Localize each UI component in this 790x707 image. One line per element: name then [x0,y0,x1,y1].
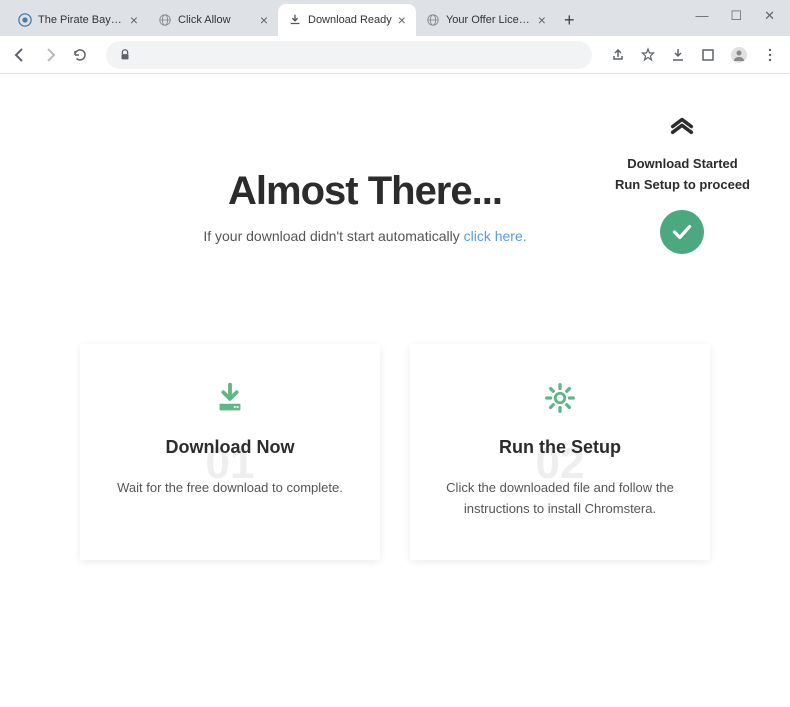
card-run-setup: 02 Run the Setup Click the downloaded fi… [410,344,710,560]
page-content: Download Started Run Setup to proceed Al… [0,74,790,707]
card-title: Download Now [105,437,355,458]
close-icon[interactable]: × [538,12,546,28]
close-icon[interactable]: × [260,12,268,28]
minimize-button[interactable]: — [695,8,708,24]
star-icon[interactable] [640,47,656,63]
close-icon[interactable]: × [130,12,138,28]
tabs-bar: The Pirate Bay - The g × Click Allow × D… [0,0,790,36]
gear-icon [435,379,685,417]
close-icon[interactable]: × [398,12,406,28]
tab-title: The Pirate Bay - The g [38,14,124,26]
tab-pirate-bay[interactable]: The Pirate Bay - The g × [8,4,148,36]
chevron-up-icon [615,109,750,142]
close-button[interactable]: ✕ [764,8,775,24]
forward-button[interactable] [42,47,58,63]
pirate-icon [18,13,32,27]
steps-cards: 01 Download Now Wait for the free downlo… [50,344,740,560]
subtitle-text: If your download didn't start automatica… [203,228,463,244]
profile-icon[interactable] [730,46,748,64]
new-tab-button[interactable]: + [556,4,583,36]
address-bar[interactable] [106,41,592,69]
menu-icon[interactable] [762,47,778,63]
tab-title: Click Allow [178,14,254,26]
maximize-button[interactable]: ☐ [730,8,742,24]
globe-icon [426,13,440,27]
tab-offer-license[interactable]: Your Offer License m × [416,4,556,36]
card-download-now: 01 Download Now Wait for the free downlo… [80,344,380,560]
nav-bar [0,36,790,74]
download-arrow-icon [105,379,355,417]
back-button[interactable] [12,47,28,63]
tab-click-allow[interactable]: Click Allow × [148,4,278,36]
lock-icon [118,48,132,62]
extensions-icon[interactable] [700,47,716,63]
download-notice: Download Started Run Setup to proceed [615,109,750,254]
card-title: Run the Setup [435,437,685,458]
download-icon [288,13,302,27]
download-icon[interactable] [670,47,686,63]
checkmark-icon [660,210,704,254]
tab-download-ready[interactable]: Download Ready × [278,4,416,36]
tab-title: Download Ready [308,14,392,26]
click-here-link[interactable]: click here. [464,228,527,244]
tab-title: Your Offer License m [446,14,532,26]
share-icon[interactable] [610,47,626,63]
globe-icon [158,13,172,27]
notice-line2: Run Setup to proceed [615,175,750,196]
reload-button[interactable] [72,47,88,63]
notice-line1: Download Started [615,154,750,175]
